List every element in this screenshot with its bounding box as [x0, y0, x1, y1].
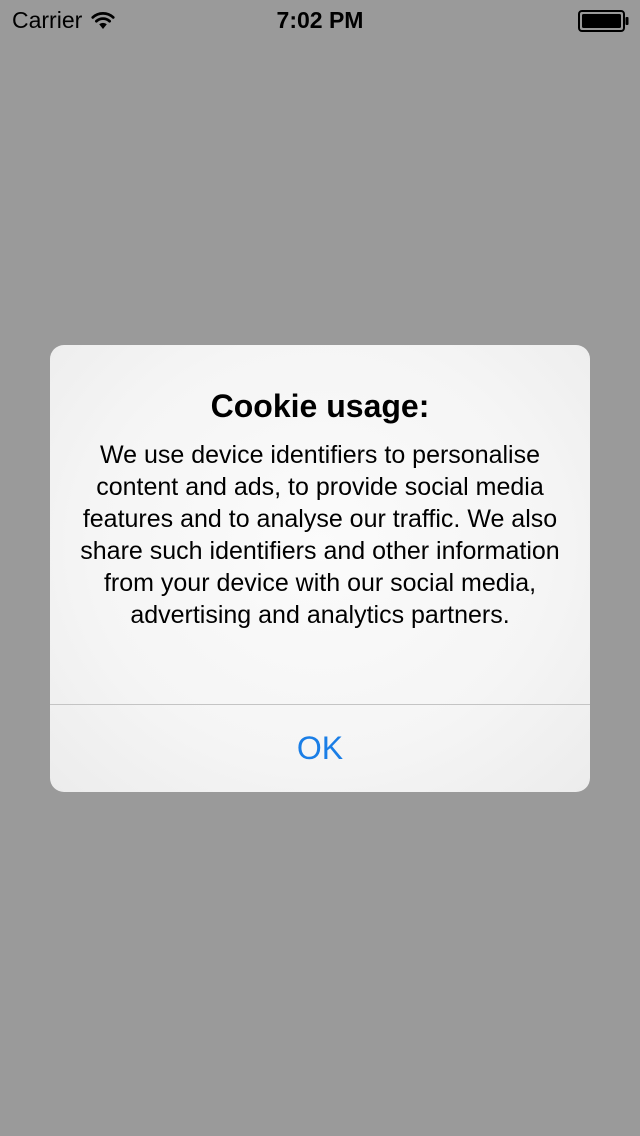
alert-message: We use device identifiers to personalise… [80, 441, 560, 629]
alert-title: Cookie usage: [210, 388, 430, 424]
battery-icon [578, 10, 629, 32]
ok-button[interactable]: OK [50, 705, 590, 792]
status-bar: Carrier 7:02 PM [0, 0, 640, 40]
status-time: 7:02 PM [276, 7, 364, 33]
cookie-alert-dialog: Cookie usage: We use device identifiers … [50, 345, 590, 792]
